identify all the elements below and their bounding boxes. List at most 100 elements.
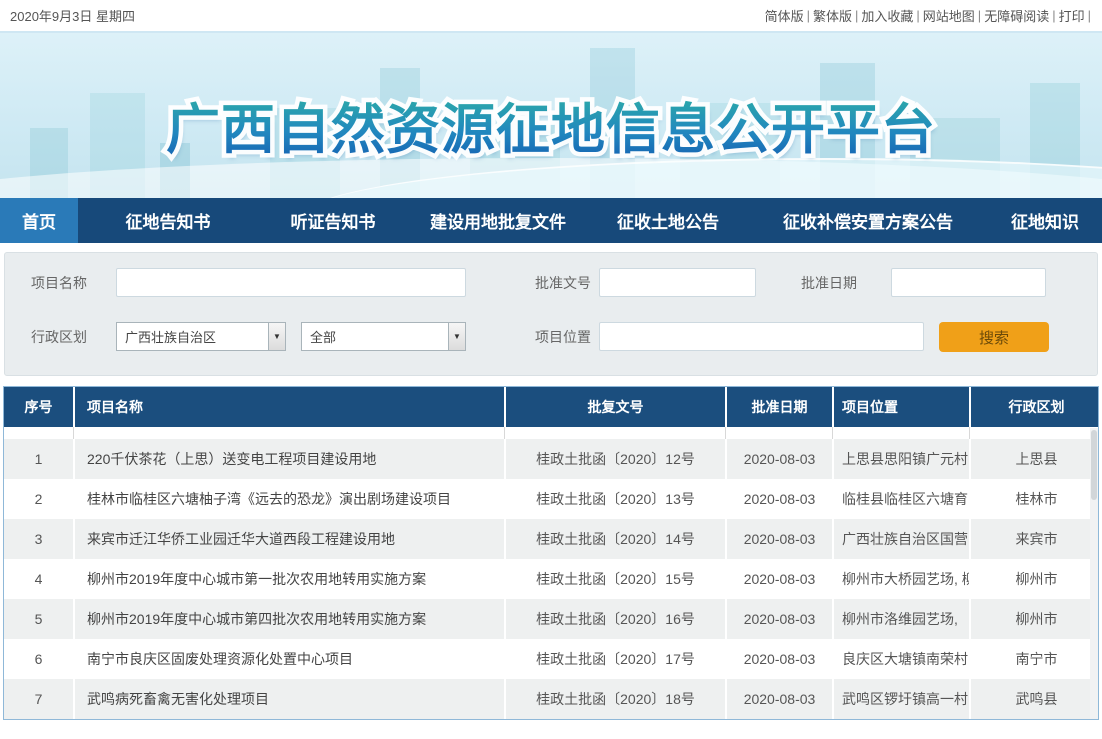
table-row[interactable]: 7 武鸣病死畜禽无害化处理项目 桂政土批函〔2020〕18号 2020-08-0…: [4, 679, 1098, 719]
cell-index: 5: [4, 599, 73, 639]
cell-date: 2020-08-03: [725, 679, 832, 719]
nav-item-4[interactable]: 征收土地公告: [588, 198, 748, 243]
banner: 广西自然资源征地信息公开平台 广西自然资源征地信息公开平台: [0, 33, 1102, 198]
cell-doc-no: 桂政土批函〔2020〕18号: [504, 679, 725, 719]
approval-no-input[interactable]: [599, 268, 756, 297]
region-city-value: 全部: [302, 327, 336, 346]
cell-project-name[interactable]: 220千伏茶花（上思）送变电工程项目建设用地: [73, 439, 504, 479]
column-header-project: 项目名称: [73, 387, 504, 427]
cell-region: 桂林市: [969, 479, 1102, 519]
utility-link[interactable]: 打印: [1059, 6, 1085, 25]
cell-project-name[interactable]: 来宾市迁江华侨工业园迁华大道西段工程建设用地: [73, 519, 504, 559]
nav-item-5[interactable]: 征收补偿安置方案公告: [748, 198, 988, 243]
nav-item-6[interactable]: 征地知识: [988, 198, 1102, 243]
cell-index: 7: [4, 679, 73, 719]
main-nav: 首页征地告知书听证告知书建设用地批复文件征收土地公告征收补偿安置方案公告征地知识: [0, 198, 1102, 243]
nav-item-1[interactable]: 征地告知书: [78, 198, 258, 243]
nav-item-home[interactable]: 首页: [0, 198, 78, 243]
current-date: 2020年9月3日 星期四: [10, 6, 135, 25]
cell-doc-no: 桂政土批函〔2020〕14号: [504, 519, 725, 559]
column-header-region: 行政区划: [969, 387, 1102, 427]
chevron-down-icon: ▼: [448, 323, 465, 350]
table-row[interactable]: 6 南宁市良庆区固废处理资源化处置中心项目 桂政土批函〔2020〕17号 202…: [4, 639, 1098, 679]
cell-location: 临桂县临桂区六塘育...: [832, 479, 969, 519]
project-name-label: 项目名称: [31, 273, 87, 293]
utility-links: 简体版|繁体版|加入收藏|网站地图|无障碍阅读|打印|: [763, 6, 1092, 25]
column-header-doc-no: 批复文号: [504, 387, 725, 427]
table-row[interactable]: 5 柳州市2019年度中心城市第四批次农用地转用实施方案 桂政土批函〔2020〕…: [4, 599, 1098, 639]
cell-region: 上思县: [969, 439, 1102, 479]
table-spacer-row: [4, 427, 1098, 439]
cell-index: 3: [4, 519, 73, 559]
cell-date: 2020-08-03: [725, 479, 832, 519]
cell-date: 2020-08-03: [725, 439, 832, 479]
cell-project-name[interactable]: 柳州市2019年度中心城市第四批次农用地转用实施方案: [73, 599, 504, 639]
link-separator: |: [916, 8, 919, 23]
table-header-row: 序号 项目名称 批复文号 批准日期 项目位置 行政区划: [4, 387, 1098, 427]
approval-no-label: 批准文号: [535, 273, 591, 293]
cell-index: 2: [4, 479, 73, 519]
location-input[interactable]: [599, 322, 924, 351]
utility-link[interactable]: 无障碍阅读: [984, 6, 1049, 25]
cell-region: 南宁市: [969, 639, 1102, 679]
search-panel: 项目名称 批准文号 批准日期 行政区划 广西壮族自治区 ▼ 全部 ▼ 项目位置 …: [4, 252, 1098, 376]
cell-location: 良庆区大塘镇南荣村: [832, 639, 969, 679]
cell-region: 柳州市: [969, 559, 1102, 599]
results-table: 序号 项目名称 批复文号 批准日期 项目位置 行政区划 1 220千伏茶花（上思…: [3, 386, 1099, 720]
table-row[interactable]: 2 桂林市临桂区六塘柚子湾《远去的恐龙》演出剧场建设项目 桂政土批函〔2020〕…: [4, 479, 1098, 519]
utility-link[interactable]: 简体版: [765, 6, 804, 25]
scrollbar-thumb[interactable]: [1091, 430, 1097, 500]
cell-index: 1: [4, 439, 73, 479]
project-name-input[interactable]: [116, 268, 466, 297]
region-province-value: 广西壮族自治区: [117, 327, 216, 346]
link-separator: |: [807, 8, 810, 23]
column-header-date: 批准日期: [725, 387, 832, 427]
column-header-index: 序号: [4, 387, 73, 427]
cell-date: 2020-08-03: [725, 519, 832, 559]
cell-doc-no: 桂政土批函〔2020〕13号: [504, 479, 725, 519]
location-label: 项目位置: [535, 327, 591, 347]
nav-item-3[interactable]: 建设用地批复文件: [408, 198, 588, 243]
cell-index: 6: [4, 639, 73, 679]
cell-doc-no: 桂政土批函〔2020〕16号: [504, 599, 725, 639]
site-title: 广西自然资源征地信息公开平台 广西自然资源征地信息公开平台: [0, 85, 1102, 164]
cell-date: 2020-08-03: [725, 599, 832, 639]
approval-date-input[interactable]: [891, 268, 1046, 297]
cell-index: 4: [4, 559, 73, 599]
topbar: 2020年9月3日 星期四 简体版|繁体版|加入收藏|网站地图|无障碍阅读|打印…: [0, 0, 1102, 33]
region-label: 行政区划: [31, 327, 87, 347]
cell-location: 柳州市洛维园艺场,: [832, 599, 969, 639]
site-title-text: 广西自然资源征地信息公开平台: [166, 100, 936, 160]
chevron-down-icon: ▼: [268, 323, 285, 350]
cell-project-name[interactable]: 武鸣病死畜禽无害化处理项目: [73, 679, 504, 719]
link-separator: |: [855, 8, 858, 23]
utility-link[interactable]: 加入收藏: [861, 6, 913, 25]
cell-doc-no: 桂政土批函〔2020〕15号: [504, 559, 725, 599]
utility-link[interactable]: 繁体版: [813, 6, 852, 25]
cell-project-name[interactable]: 柳州市2019年度中心城市第一批次农用地转用实施方案: [73, 559, 504, 599]
cell-date: 2020-08-03: [725, 559, 832, 599]
cell-project-name[interactable]: 南宁市良庆区固废处理资源化处置中心项目: [73, 639, 504, 679]
utility-link[interactable]: 网站地图: [923, 6, 975, 25]
nav-item-2[interactable]: 听证告知书: [258, 198, 408, 243]
table-row[interactable]: 1 220千伏茶花（上思）送变电工程项目建设用地 桂政土批函〔2020〕12号 …: [4, 439, 1098, 479]
cell-location: 上思县思阳镇广元村...: [832, 439, 969, 479]
link-separator: |: [1052, 8, 1055, 23]
scrollbar[interactable]: [1090, 428, 1098, 719]
table-row[interactable]: 3 来宾市迁江华侨工业园迁华大道西段工程建设用地 桂政土批函〔2020〕14号 …: [4, 519, 1098, 559]
cell-project-name[interactable]: 桂林市临桂区六塘柚子湾《远去的恐龙》演出剧场建设项目: [73, 479, 504, 519]
table-row[interactable]: 4 柳州市2019年度中心城市第一批次农用地转用实施方案 桂政土批函〔2020〕…: [4, 559, 1098, 599]
cell-region: 来宾市: [969, 519, 1102, 559]
link-separator: |: [978, 8, 981, 23]
approval-date-label: 批准日期: [801, 273, 857, 293]
search-button[interactable]: 搜索: [939, 322, 1049, 352]
cell-region: 柳州市: [969, 599, 1102, 639]
column-header-location: 项目位置: [832, 387, 969, 427]
link-separator: |: [1088, 8, 1091, 23]
cell-location: 武鸣区锣圩镇高一村...: [832, 679, 969, 719]
cell-date: 2020-08-03: [725, 639, 832, 679]
cell-region: 武鸣县: [969, 679, 1102, 719]
region-city-select[interactable]: 全部 ▼: [301, 322, 466, 351]
region-province-select[interactable]: 广西壮族自治区 ▼: [116, 322, 286, 351]
cell-doc-no: 桂政土批函〔2020〕17号: [504, 639, 725, 679]
